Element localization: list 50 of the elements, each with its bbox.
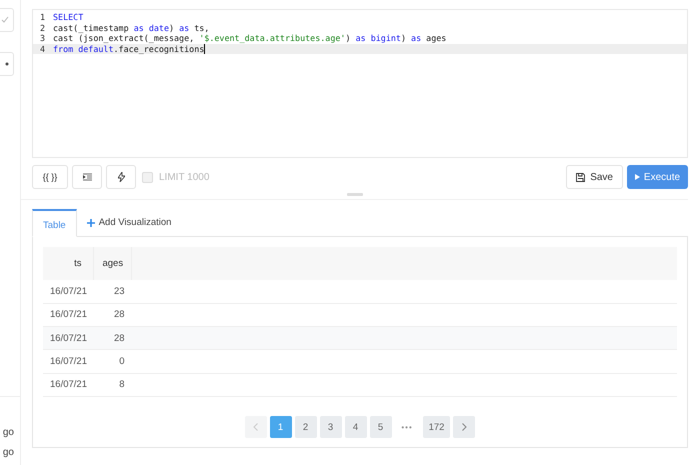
plus-icon — [86, 218, 95, 226]
line-number: 4 — [38, 44, 46, 54]
table-cell: 0 — [94, 350, 132, 374]
save-icon — [576, 172, 586, 182]
indent-icon — [82, 173, 92, 181]
save-button[interactable]: Save — [566, 165, 623, 189]
time-label: go — [2, 447, 14, 459]
table-cell: 23 — [94, 280, 132, 304]
column-header[interactable]: ages — [94, 247, 132, 280]
line-number: 2 — [38, 22, 46, 34]
play-icon — [634, 174, 640, 180]
table-cell: 16/07/21 — [43, 326, 94, 350]
table-cell: 28 — [94, 326, 132, 350]
line-number: 1 — [38, 12, 46, 23]
page-button[interactable]: 4 — [344, 416, 367, 438]
page-button[interactable]: 1 — [270, 416, 292, 438]
dot-icon — [5, 62, 9, 66]
autocomplete-button[interactable] — [106, 165, 136, 189]
table-cell: 16/07/21 — [43, 280, 94, 304]
ellipsis: ••• — [400, 422, 414, 432]
format-button[interactable] — [72, 165, 102, 189]
code-line: cast(_timestamp as date) as ts, — [53, 22, 210, 34]
limit-label: LIMIT 1000 — [159, 172, 210, 182]
table-cell: 8 — [94, 373, 132, 396]
tab[interactable]: Add Visualization — [76, 209, 182, 236]
tab[interactable]: Table — [32, 209, 77, 237]
page-button[interactable]: 172 — [422, 416, 450, 438]
page-button[interactable]: 5 — [370, 416, 392, 438]
table-cell: 16/07/21 — [43, 303, 94, 327]
code-editor[interactable]: 1 SELECT 2 cast(_timestamp as date) as ts, 3 cast (json_extract(_message, '$.event_data.attributes.age') as bigint) as ages 4 from default.face_recognitions — [32, 9, 688, 158]
previous-page-button[interactable] — [244, 416, 267, 438]
chevron-left-icon — [253, 423, 258, 431]
page-button[interactable]: 3 — [320, 416, 342, 438]
page-button[interactable]: 2 — [294, 416, 317, 438]
table-cell: 28 — [94, 303, 132, 327]
time-label: go — [2, 427, 14, 439]
chevron-right-icon — [462, 423, 467, 431]
table-cell: 16/07/21 — [43, 373, 94, 396]
code-line: SELECT — [53, 12, 84, 23]
column-header[interactable]: ts — [43, 247, 94, 280]
code-line: from default.face_recognitions — [53, 44, 206, 54]
table-cell: 16/07/21 — [43, 350, 94, 374]
checkmark-icon — [1, 16, 9, 24]
next-page-button[interactable] — [453, 416, 476, 438]
execute-button[interactable]: Execute — [627, 165, 688, 189]
code-line: cast (json_extract(_message, '$.event_data.attributes.age') as bigint) as ages — [53, 33, 446, 44]
parameters-button[interactable]: {{ }} — [32, 165, 68, 189]
resize-handle[interactable] — [346, 193, 362, 196]
lightning-icon — [118, 172, 124, 182]
line-number: 3 — [38, 33, 46, 44]
